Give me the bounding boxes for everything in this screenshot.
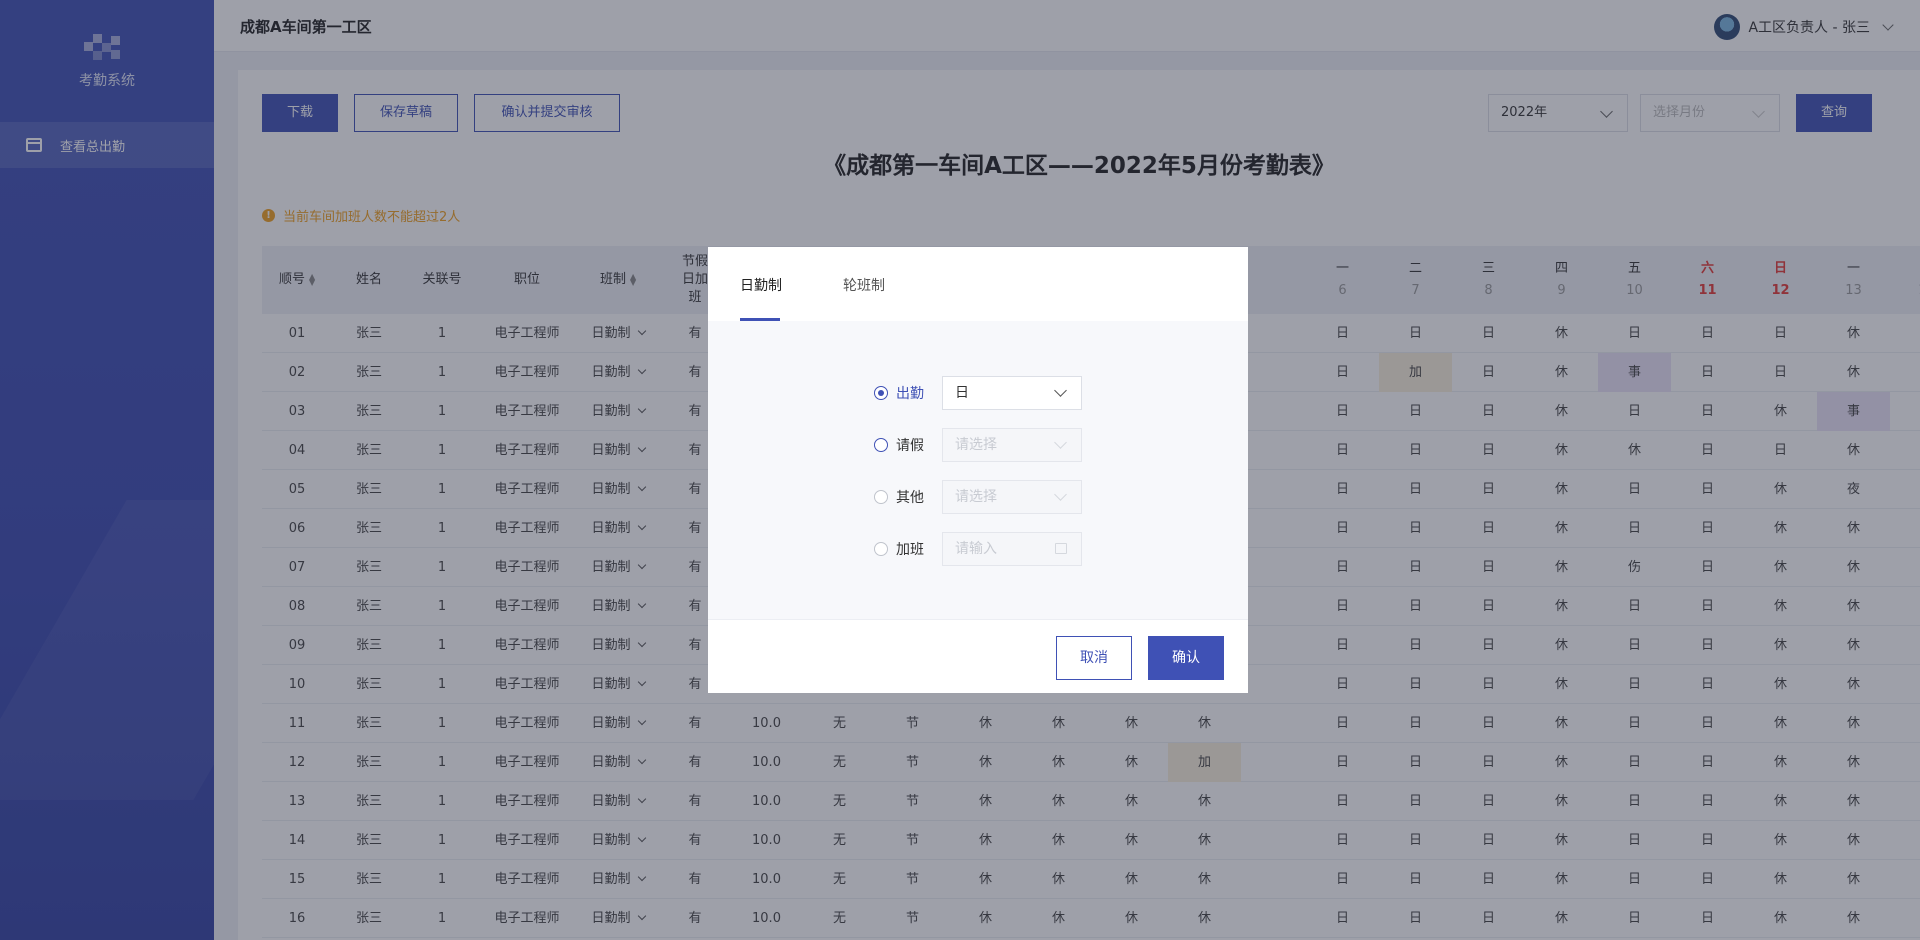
option-leave: 请假 请选择 [874,428,1082,462]
attendance-edit-modal: 日勤制 轮班制 出勤 日 请假 请选择 其他 请选择 加班 请输入 取消 确认 [708,247,1248,693]
attendance-radio[interactable] [874,386,888,400]
other-select[interactable]: 请选择 [942,480,1082,514]
other-label[interactable]: 其他 [896,487,930,507]
modal-body: 出勤 日 请假 请选择 其他 请选择 加班 请输入 [708,321,1248,619]
overtime-input[interactable]: 请输入 [942,532,1082,566]
other-select-placeholder: 请选择 [955,489,997,505]
leave-select[interactable]: 请选择 [942,428,1082,462]
confirm-button[interactable]: 确认 [1148,636,1224,680]
tab-rotating-shift[interactable]: 轮班制 [843,275,885,295]
option-other: 其他 请选择 [874,480,1082,514]
leave-select-placeholder: 请选择 [955,437,997,453]
option-overtime: 加班 请输入 [874,532,1082,566]
tab-day-shift[interactable]: 日勤制 [740,275,782,295]
option-attendance: 出勤 日 [874,376,1082,410]
attendance-label[interactable]: 出勤 [896,383,930,403]
other-radio[interactable] [874,490,888,504]
leave-label[interactable]: 请假 [896,435,930,455]
modal-footer: 取消 确认 [708,619,1248,693]
chevron-down-icon [1054,384,1067,397]
chevron-down-icon [1054,436,1067,449]
attendance-select[interactable]: 日 [942,376,1082,410]
chevron-down-icon [1054,488,1067,501]
overtime-label[interactable]: 加班 [896,539,930,559]
modal-tabs: 日勤制 轮班制 [708,247,1248,321]
cancel-button[interactable]: 取消 [1056,636,1132,680]
attendance-select-value: 日 [955,385,969,401]
overtime-radio[interactable] [874,542,888,556]
leave-radio[interactable] [874,438,888,452]
calendar-icon [1055,543,1067,554]
overtime-input-placeholder: 请输入 [955,541,997,557]
